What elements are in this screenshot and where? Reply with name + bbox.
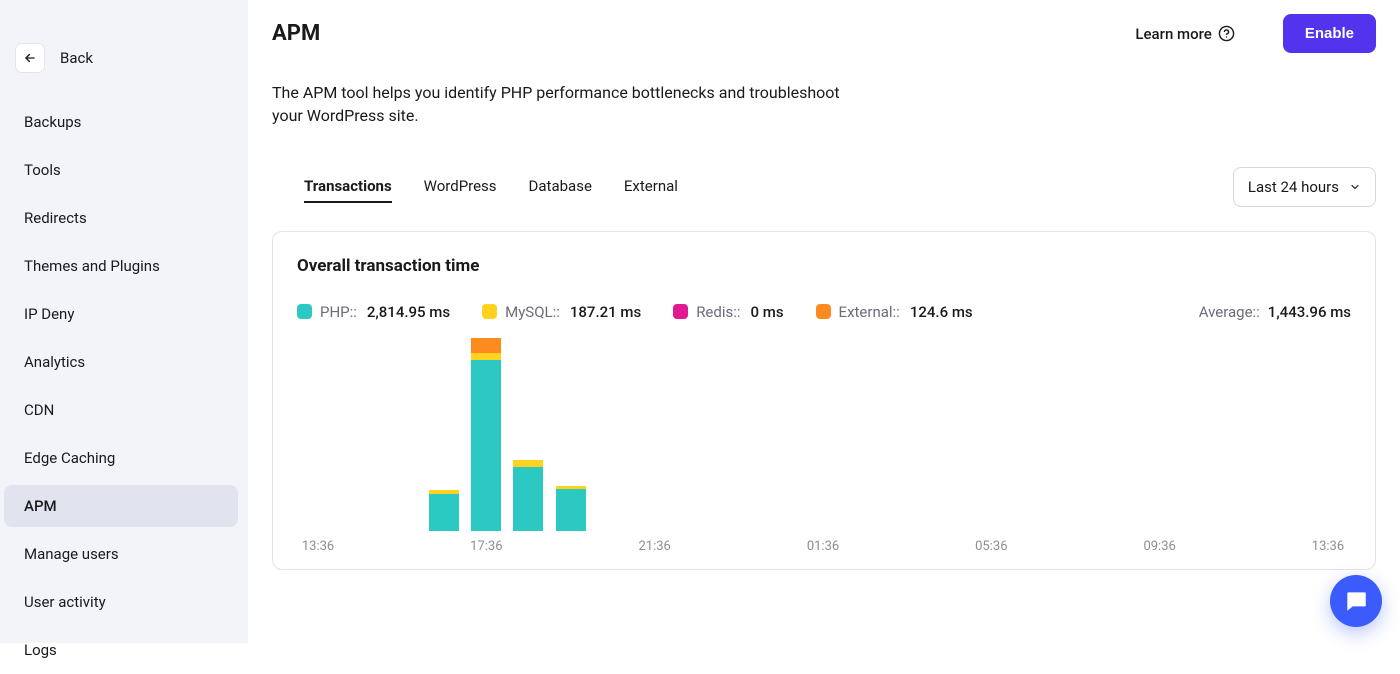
tab-external[interactable]: External xyxy=(624,171,678,203)
page-title: APM xyxy=(272,21,320,46)
sidebar-item-apm[interactable]: APM xyxy=(4,485,238,527)
sidebar-item-tools[interactable]: Tools xyxy=(4,149,238,191)
legend-item-redis: Redis::0 ms xyxy=(673,303,783,321)
x-tick: 05:36 xyxy=(975,539,1007,554)
bar-seg-php xyxy=(429,494,459,532)
x-tick: 09:36 xyxy=(1143,539,1175,554)
sidebar-item-redirects[interactable]: Redirects xyxy=(4,197,238,239)
legend-value: 0 ms xyxy=(751,303,784,321)
bar-17:36 xyxy=(471,338,501,532)
back-row: Back xyxy=(0,34,248,98)
tab-database[interactable]: Database xyxy=(529,171,592,203)
x-tick: 13:36 xyxy=(302,539,334,554)
average-label: Average:: xyxy=(1199,303,1260,321)
legend-value: 187.21 ms xyxy=(570,303,641,321)
legend-label: PHP:: xyxy=(320,303,357,321)
sidebar-item-ip-deny[interactable]: IP Deny xyxy=(4,293,238,335)
tab-wordpress[interactable]: WordPress xyxy=(424,171,497,203)
legend-swatch-external xyxy=(816,304,831,319)
legend-swatch-php xyxy=(297,304,312,319)
x-tick: 13:36 xyxy=(1312,539,1344,554)
bar-seg-php xyxy=(513,467,543,532)
chat-icon xyxy=(1343,588,1369,614)
legend-item-external: External::124.6 ms xyxy=(816,303,973,321)
legend-value: 2,814.95 ms xyxy=(367,303,450,321)
chart-title: Overall transaction time xyxy=(297,256,1351,276)
bar-seg-mysql xyxy=(471,353,501,360)
sidebar-item-logs[interactable]: Logs xyxy=(4,629,238,671)
learn-more-label: Learn more xyxy=(1135,25,1211,43)
chart-x-axis: 13:36 17:36 21:36 01:36 05:36 09:36 13:36 xyxy=(297,539,1351,561)
arrow-left-icon xyxy=(23,51,37,65)
main: APM Learn more Enable The APM tool helps… xyxy=(248,0,1400,643)
help-icon xyxy=(1218,25,1235,42)
enable-button[interactable]: Enable xyxy=(1283,14,1376,53)
legend-label: External:: xyxy=(839,303,900,321)
legend-label: MySQL:: xyxy=(505,303,560,321)
legend-item-php: PHP::2,814.95 ms xyxy=(297,303,450,321)
sidebar-item-cdn[interactable]: CDN xyxy=(4,389,238,431)
average-value: 1,443.96 ms xyxy=(1268,303,1351,321)
chart: 13:36 17:36 21:36 01:36 05:36 09:36 13:36 xyxy=(297,331,1351,561)
nav-list: Backups Tools Redirects Themes and Plugins I… xyxy=(0,98,248,674)
bar-18:36 xyxy=(513,460,543,531)
legend-swatch-redis xyxy=(673,304,688,319)
sidebar-item-themes-and-plugins[interactable]: Themes and Plugins xyxy=(4,245,238,287)
header: APM Learn more Enable xyxy=(272,14,1376,53)
chart-plot xyxy=(297,335,1351,531)
chat-launcher[interactable] xyxy=(1330,575,1382,627)
learn-more-link[interactable]: Learn more xyxy=(1135,25,1234,43)
bar-seg-mysql xyxy=(513,460,543,467)
bar-seg-php xyxy=(471,360,501,532)
tabs-row: Transactions WordPress Database External La… xyxy=(272,167,1376,207)
time-range-select[interactable]: Last 24 hours xyxy=(1233,167,1376,207)
chart-card: Overall transaction time PHP::2,814.95 m… xyxy=(272,231,1376,570)
time-range-label: Last 24 hours xyxy=(1248,178,1339,196)
sidebar-item-manage-users[interactable]: Manage users xyxy=(4,533,238,575)
average-stat: Average:: 1,443.96 ms xyxy=(1199,302,1351,321)
legend-swatch-mysql xyxy=(482,304,497,319)
legend-item-mysql: MySQL::187.21 ms xyxy=(482,303,641,321)
legend-row: PHP::2,814.95 ms MySQL::187.21 ms Redis::0… xyxy=(297,302,1351,321)
x-tick: 01:36 xyxy=(807,539,839,554)
tab-transactions[interactable]: Transactions xyxy=(304,171,392,203)
x-tick: 21:36 xyxy=(638,539,670,554)
sidebar-item-edge-caching[interactable]: Edge Caching xyxy=(4,437,238,479)
bar-seg-php xyxy=(556,489,586,531)
back-label: Back xyxy=(60,49,93,67)
bar-19:36 xyxy=(556,486,586,532)
bar-16:36 xyxy=(429,490,459,531)
bar-seg-external xyxy=(471,338,501,353)
sidebar: Back Backups Tools Redirects Themes and Plu… xyxy=(0,0,248,643)
legend-value: 124.6 ms xyxy=(910,303,973,321)
sidebar-item-user-activity[interactable]: User activity xyxy=(4,581,238,623)
sidebar-item-backups[interactable]: Backups xyxy=(4,101,238,143)
back-button[interactable] xyxy=(16,44,44,72)
chevron-down-icon xyxy=(1349,181,1361,193)
sidebar-item-analytics[interactable]: Analytics xyxy=(4,341,238,383)
page-description: The APM tool helps you identify PHP perf… xyxy=(272,81,872,127)
legend-label: Redis:: xyxy=(696,303,740,321)
x-tick: 17:36 xyxy=(470,539,502,554)
